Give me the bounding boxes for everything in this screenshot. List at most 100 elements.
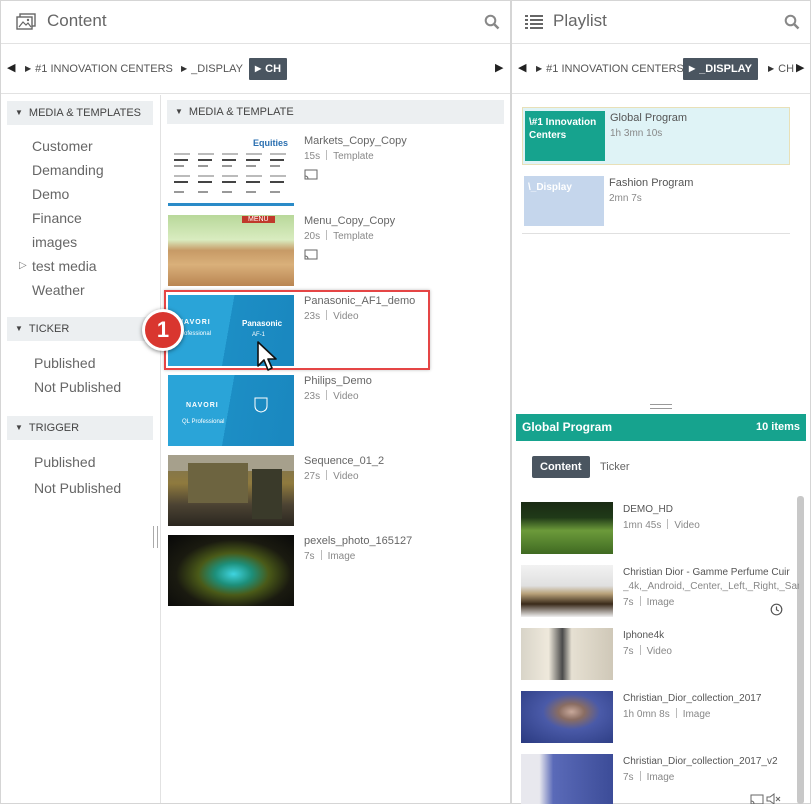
program-item[interactable]: Christian_Dior_collection_2017 1h 0mn 8s… <box>521 691 791 749</box>
scroll-left-icon[interactable]: ◀ <box>7 61 17 75</box>
trigger-section[interactable]: ▼ TRIGGER <box>7 416 153 440</box>
media-type: Image <box>327 551 356 562</box>
ticker-section[interactable]: ▼ TICKER <box>7 317 153 341</box>
clock-icon[interactable] <box>770 603 783 616</box>
caret-down-icon: ▼ <box>15 423 23 432</box>
playlist-name: Global Program <box>610 112 688 124</box>
table-lines-graphic <box>174 153 286 193</box>
program-item[interactable]: DEMO_HD 1mn 45s Video <box>521 502 791 560</box>
media-thumbnail <box>168 535 294 606</box>
playlist-title: Playlist <box>553 11 607 30</box>
breadcrumb-item[interactable]: ▶ #1 INNOVATION CENTERS <box>530 58 690 80</box>
divider <box>320 550 322 560</box>
playlist-thumbnail: \_Display <box>524 176 604 226</box>
folder-demanding[interactable]: Demanding <box>32 160 104 180</box>
breadcrumb-label: _DISPLAY <box>699 63 752 75</box>
media-meta: 20s Template <box>304 230 374 242</box>
media-item-markets[interactable]: Equities Markets_Copy_Copy 15s Template <box>168 135 498 207</box>
media-templates-section[interactable]: ▼ MEDIA & TEMPLATES <box>7 101 153 125</box>
breadcrumb-label: #1 INNOVATION CENTERS <box>546 63 684 75</box>
media-thumbnail: NAVORI QL Professional <box>168 375 294 446</box>
trigger-published[interactable]: Published <box>34 452 96 472</box>
item-name: Christian Dior - Gamme Perfume Cuir <box>623 567 790 578</box>
media-meta: 27s Video <box>304 470 359 482</box>
program-item[interactable]: Christian Dior - Gamme Perfume Cuir _4k,… <box>521 565 799 623</box>
playlist-card-fashion[interactable]: \_Display Fashion Program 2mn 7s <box>522 173 790 231</box>
folder-demo[interactable]: Demo <box>32 184 69 204</box>
folder-customer[interactable]: Customer <box>32 136 93 156</box>
item-meta: 1mn 45s Video <box>623 519 700 531</box>
breadcrumb-label: _DISPLAY <box>191 63 243 75</box>
media-name: Sequence_01_2 <box>304 455 385 467</box>
scroll-right-icon[interactable]: ▶ <box>495 61 505 75</box>
mute-icon[interactable] <box>766 793 782 804</box>
media-template-header[interactable]: ▼ MEDIA & TEMPLATE <box>167 100 504 124</box>
divider <box>326 230 328 240</box>
scroll-right-icon[interactable]: ▶ <box>796 61 806 75</box>
breadcrumb-item-active[interactable]: ▶ CH <box>249 58 288 80</box>
item-type: Image <box>682 709 711 720</box>
media-name: Markets_Copy_Copy <box>304 135 407 147</box>
search-icon[interactable] <box>484 14 500 30</box>
media-item-menu[interactable]: MENU Menu_Copy_Copy 20s Template <box>168 215 498 287</box>
caret-right-icon: ▶ <box>25 64 32 73</box>
media-item-pexels[interactable]: pexels_photo_165127 7s Image <box>168 535 498 607</box>
media-name: Menu_Copy_Copy <box>304 215 396 227</box>
program-item[interactable]: Iphone4k 7s Video <box>521 628 791 686</box>
media-duration: 20s <box>304 231 321 242</box>
image-shape <box>252 469 282 519</box>
media-item-sequence[interactable]: Sequence_01_2 27s Video <box>168 455 498 527</box>
content-title: Content <box>47 11 107 30</box>
cast-icon <box>304 169 318 180</box>
item-thumbnail <box>521 691 613 743</box>
tab-content[interactable]: Content <box>532 456 590 478</box>
expand-icon[interactable]: ▷ <box>19 256 27 276</box>
trigger-not-published[interactable]: Not Published <box>34 478 121 498</box>
ticker-not-published[interactable]: Not Published <box>34 377 121 397</box>
media-thumbnail <box>168 455 294 526</box>
item-duration: 1mn 45s <box>623 520 662 531</box>
program-item-count: 10 items <box>755 421 800 433</box>
item-name: Iphone4k <box>623 630 665 641</box>
pane-resize-handle[interactable] <box>153 526 158 548</box>
playlist-card-global[interactable]: \#1 Innovation Centers Global Program 1h… <box>522 107 790 165</box>
item-thumbnail <box>521 754 613 804</box>
folder-label: test media <box>32 258 97 274</box>
media-item-philips[interactable]: NAVORI QL Professional Philips_Demo 23s V… <box>168 375 498 447</box>
playlist-breadcrumb: ◀ ▶ #1 INNOVATION CENTERS ▶ _DISPLAY ▶ CH ▶ <box>512 44 810 94</box>
playlist-duration: 2mn 7s <box>609 193 642 204</box>
folder-weather[interactable]: Weather <box>32 280 85 300</box>
item-meta: 7s Image <box>623 771 674 783</box>
breadcrumb-item-active[interactable]: ▶ _DISPLAY <box>683 58 758 80</box>
breadcrumb-label: #1 INNOVATION CENTERS <box>35 63 173 75</box>
breadcrumb-item[interactable]: ▶ #1 INNOVATION CENTERS <box>19 58 179 80</box>
media-type: Video <box>333 471 359 482</box>
program-item[interactable]: Christian_Dior_collection_2017_v2 7s Imag… <box>521 754 791 804</box>
media-meta: 15s Template <box>304 150 374 162</box>
divider <box>639 645 641 655</box>
caret-right-icon: ▶ <box>689 64 696 73</box>
media-meta: 7s Image <box>304 550 355 562</box>
search-icon[interactable] <box>784 14 800 30</box>
breadcrumb-item[interactable]: ▶ _DISPLAY <box>175 58 249 80</box>
media-type: Video <box>333 391 359 402</box>
item-name: Christian_Dior_collection_2017 <box>623 693 762 704</box>
item-name: DEMO_HD <box>623 504 674 515</box>
caret-right-icon: ▶ <box>255 64 262 73</box>
media-type: Template <box>333 231 374 242</box>
resize-grip-icon[interactable] <box>650 404 672 409</box>
divider <box>675 708 677 718</box>
folder-finance[interactable]: Finance <box>32 208 82 228</box>
item-meta: 7s Video <box>623 645 672 657</box>
caret-right-icon: ▶ <box>768 64 775 73</box>
tab-ticker[interactable]: Ticker <box>592 456 638 478</box>
folder-images[interactable]: images <box>32 232 77 252</box>
divider <box>639 596 641 606</box>
item-tags: _4k,_Android,_Center,_Left,_Right,_San <box>623 581 799 592</box>
ticker-published[interactable]: Published <box>34 353 96 373</box>
folder-test-media[interactable]: ▷ test media <box>19 256 97 276</box>
media-duration: 15s <box>304 151 321 162</box>
breadcrumb-item[interactable]: ▶ CH <box>762 58 800 80</box>
scroll-left-icon[interactable]: ◀ <box>518 61 528 75</box>
program-name: Global Program <box>522 420 613 434</box>
